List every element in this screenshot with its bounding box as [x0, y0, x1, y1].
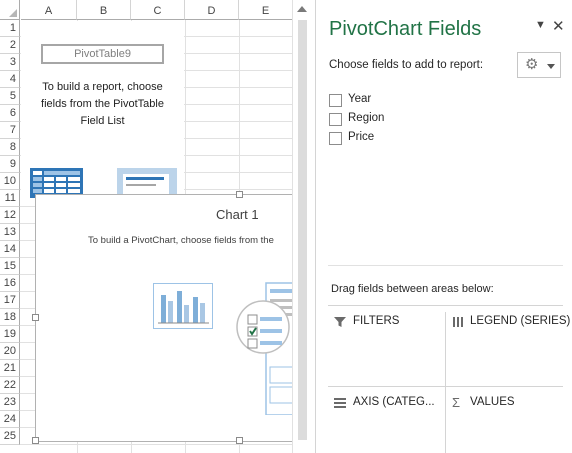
rows-icon	[334, 398, 346, 408]
bar-chart-illustration-icon	[153, 283, 213, 329]
pivot-help-line: Field List	[80, 115, 125, 127]
legend-area-title: LEGEND (SERIES)	[470, 315, 571, 327]
values-area-title: VALUES	[470, 396, 515, 408]
choose-fields-label: Choose fields to add to report:	[329, 59, 484, 71]
select-all-triangle-icon	[9, 9, 17, 17]
chart-resize-handle[interactable]	[32, 437, 39, 444]
columns-icon	[453, 317, 463, 327]
column-header-e[interactable]: E	[239, 0, 293, 20]
chevron-down-icon	[547, 64, 555, 69]
gridline	[20, 444, 312, 445]
row-header[interactable]: 24	[0, 411, 20, 428]
chart-resize-handle[interactable]	[32, 314, 39, 321]
axis-area-title: AXIS (CATEG...	[353, 396, 435, 408]
drag-fields-label: Drag fields between areas below:	[331, 283, 494, 295]
scroll-up-arrow-icon[interactable]	[297, 6, 307, 12]
row-header[interactable]: 3	[0, 54, 20, 71]
row-header[interactable]: 19	[0, 326, 20, 343]
axis-drop-area[interactable]: AXIS (CATEG...	[328, 387, 445, 453]
select-all-corner[interactable]	[0, 0, 20, 20]
row-header[interactable]: 15	[0, 258, 20, 275]
close-icon[interactable]: ✕	[552, 17, 565, 35]
sigma-icon: Σ	[452, 395, 461, 410]
pivot-table-help-text: To build a report, choose fields from th…	[27, 79, 178, 130]
pane-options-dropdown-icon[interactable]: ▼	[535, 19, 546, 31]
pivot-table-name: PivotTable9	[41, 44, 164, 64]
chart-title: Chart 1	[216, 207, 259, 222]
row-header[interactable]: 23	[0, 394, 20, 411]
pivot-table-placeholder[interactable]: PivotTable9 To build a report, choose fi…	[21, 21, 184, 198]
row-header[interactable]: 7	[0, 122, 20, 139]
row-header[interactable]: 12	[0, 207, 20, 224]
row-header[interactable]: 25	[0, 428, 20, 445]
pivot-help-line: fields from the PivotTable	[41, 98, 164, 110]
legend-drop-area[interactable]: LEGEND (SERIES)	[446, 306, 570, 386]
column-header-b[interactable]: B	[77, 0, 131, 20]
column-header-a[interactable]: A	[21, 0, 77, 20]
row-header[interactable]: 16	[0, 275, 20, 292]
column-header-d[interactable]: D	[185, 0, 239, 20]
row-header[interactable]: 13	[0, 224, 20, 241]
row-header[interactable]: 10	[0, 173, 20, 190]
row-header[interactable]: 21	[0, 360, 20, 377]
row-header[interactable]: 17	[0, 292, 20, 309]
chart-help-text: To build a PivotChart, choose fields fro…	[88, 235, 274, 246]
row-header[interactable]: 2	[0, 37, 20, 54]
gear-icon: ⚙	[525, 56, 539, 73]
filters-drop-area[interactable]: FILTERS	[328, 306, 445, 386]
fields-divider	[328, 265, 563, 266]
vertical-scrollbar[interactable]	[292, 0, 312, 453]
field-checkbox[interactable]	[329, 94, 342, 107]
row-header[interactable]: 8	[0, 139, 20, 156]
field-checkbox[interactable]	[329, 132, 342, 145]
pivotchart-fields-pane: PivotChart Fields ▼ ✕ Choose fields to a…	[315, 0, 572, 453]
values-drop-area[interactable]: Σ VALUES	[446, 387, 563, 453]
scrollbar-thumb[interactable]	[298, 20, 307, 440]
row-header[interactable]: 14	[0, 241, 20, 258]
filters-area-title: FILTERS	[353, 315, 400, 327]
row-header[interactable]: 4	[0, 71, 20, 88]
row-header[interactable]: 20	[0, 343, 20, 360]
row-header[interactable]: 6	[0, 105, 20, 122]
chart-resize-handle[interactable]	[236, 191, 243, 198]
field-checkbox[interactable]	[329, 113, 342, 126]
pivot-help-line: To build a report, choose	[42, 81, 163, 93]
field-label: Region	[348, 112, 385, 124]
row-header[interactable]: 18	[0, 309, 20, 326]
field-label: Price	[348, 131, 375, 143]
row-header[interactable]: 5	[0, 88, 20, 105]
chart-resize-handle[interactable]	[236, 437, 243, 444]
row-header[interactable]: 9	[0, 156, 20, 173]
field-list-tools-button[interactable]: ⚙	[517, 52, 561, 78]
pivot-chart-placeholder[interactable]: Chart 1 To build a PivotChart, choose fi…	[35, 194, 312, 442]
row-header[interactable]: 1	[0, 20, 20, 37]
worksheet-grid[interactable]: A B C D E 1 2 3 4 5 6 7 8 9 10 11 12 13 14 15 16 17 18 19 2…	[0, 0, 312, 453]
column-header-c[interactable]: C	[131, 0, 185, 20]
filter-icon	[334, 317, 346, 327]
field-label: Year	[348, 93, 372, 105]
row-header[interactable]: 22	[0, 377, 20, 394]
row-header[interactable]: 11	[0, 190, 20, 207]
pane-title: PivotChart Fields	[329, 18, 482, 40]
